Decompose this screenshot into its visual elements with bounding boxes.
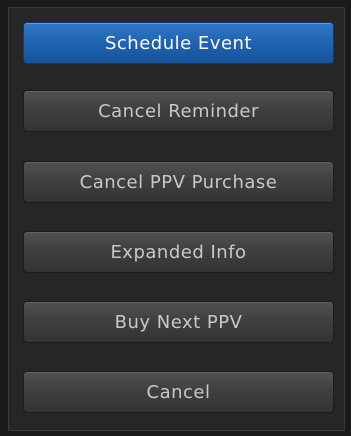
cancel-ppv-purchase-button[interactable]: Cancel PPV Purchase [23,161,334,203]
schedule-event-button[interactable]: Schedule Event [23,22,334,64]
expanded-info-button[interactable]: Expanded Info [23,231,334,273]
cancel-button[interactable]: Cancel [23,371,334,413]
cancel-reminder-button[interactable]: Cancel Reminder [23,90,334,132]
buy-next-ppv-label: Buy Next PPV [114,311,243,333]
buy-next-ppv-button[interactable]: Buy Next PPV [23,301,334,343]
cancel-reminder-label: Cancel Reminder [98,100,259,122]
schedule-event-label: Schedule Event [104,32,252,54]
cancel-label: Cancel [146,381,211,403]
cancel-ppv-purchase-label: Cancel PPV Purchase [79,171,278,193]
expanded-info-label: Expanded Info [110,241,247,263]
options-menu-panel: Schedule Event Cancel Reminder Cancel PP… [8,7,345,431]
